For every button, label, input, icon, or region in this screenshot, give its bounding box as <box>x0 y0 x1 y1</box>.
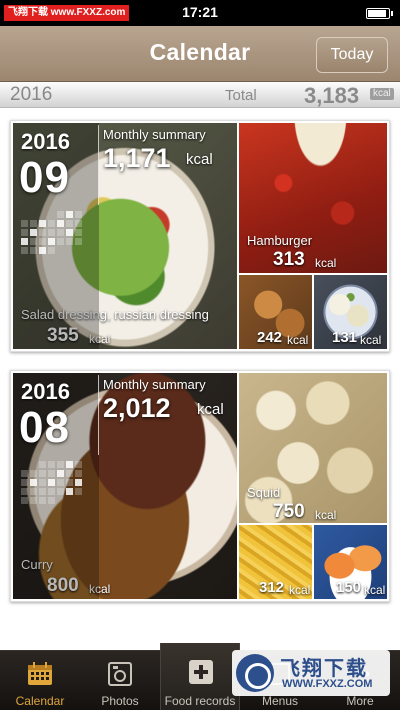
food-kcal-unit: kcal <box>315 256 337 270</box>
divider <box>98 375 99 455</box>
tab-label: Calendar <box>15 694 65 708</box>
calendar-content: Salad dressing, russian dressing 355 kca… <box>0 108 400 648</box>
month-year: 2016 <box>21 379 70 404</box>
month-card-september[interactable]: Salad dressing, russian dressing 355 kca… <box>10 120 390 352</box>
plus-icon <box>189 660 213 684</box>
food-kcal: 313 <box>273 249 305 270</box>
food-kcal: 242 <box>257 329 283 346</box>
total-value: 3,183 <box>304 83 360 108</box>
month-number: 09 <box>19 153 70 202</box>
food-kcal-unit: kcal <box>287 333 309 347</box>
food-kcal-unit: kcal <box>289 583 311 597</box>
monthly-summary-unit: kcal <box>197 401 224 418</box>
food-photo-bottom-right[interactable]: 131 kcal <box>314 275 387 349</box>
status-bar: 飞翔下载 www.FXXZ.com 17:21 <box>0 0 400 26</box>
tab-label: More <box>346 694 374 708</box>
food-photo-top-right[interactable]: Hamburger 313 kcal <box>239 123 387 273</box>
watermark-text: 飞翔下载 <box>280 656 368 680</box>
total-year: 2016 <box>10 84 53 105</box>
food-photo-bottom-left[interactable]: 312 kcal <box>239 525 312 599</box>
divider <box>98 125 99 205</box>
photos-icon <box>108 662 132 686</box>
tab-photos[interactable]: Photos <box>80 651 160 710</box>
food-name: Squid <box>247 485 281 500</box>
food-kcal-unit: kcal <box>315 508 337 522</box>
mini-calendar-grid <box>21 211 82 254</box>
monthly-summary-unit: kcal <box>186 151 213 168</box>
month-year: 2016 <box>21 129 70 154</box>
status-time: 17:21 <box>182 4 218 20</box>
monthly-summary-value: 1,171 <box>103 143 171 173</box>
mini-calendar-grid <box>21 461 82 504</box>
food-photo-bottom-left[interactable]: 242 kcal <box>239 275 312 349</box>
month-card-august[interactable]: Curry 800 kcal 2016 08 Monthly summary 2… <box>10 370 390 602</box>
tab-label: Food records <box>164 694 236 708</box>
year-total-bar: 2016 Total 3,183 kcal <box>0 82 400 108</box>
tab-calendar[interactable]: Calendar <box>0 651 80 710</box>
navigation-bar: Calendar Today <box>0 26 400 82</box>
month-number: 08 <box>19 403 70 452</box>
food-kcal: 312 <box>259 579 285 596</box>
tab-label: Photos <box>101 694 139 708</box>
calendar-icon <box>28 662 52 685</box>
food-photo-top-right[interactable]: Squid 750 kcal <box>239 373 387 523</box>
tab-label: Menus <box>261 694 299 708</box>
food-name: Hamburger <box>247 233 313 248</box>
food-kcal-unit: kcal <box>364 583 386 597</box>
watermark-url: WWW.FXXZ.COM <box>282 678 373 690</box>
food-kcal: 150 <box>336 579 362 596</box>
total-label: Total <box>225 87 257 104</box>
watermark-logo-icon <box>236 654 274 692</box>
watermark-logo: 飞翔下载 WWW.FXXZ.COM <box>232 650 390 696</box>
food-kcal: 131 <box>332 329 358 346</box>
food-kcal-unit: kcal <box>360 333 382 347</box>
food-kcal: 750 <box>273 501 305 522</box>
tab-food-records[interactable]: Food records <box>160 643 240 710</box>
monthly-summary-value: 2,012 <box>103 393 171 423</box>
today-button[interactable]: Today <box>316 37 388 73</box>
battery-icon <box>366 8 393 19</box>
total-unit: kcal <box>370 88 394 100</box>
monthly-summary-label: Monthly summary <box>103 127 206 142</box>
food-photo-bottom-right[interactable]: 150 kcal <box>314 525 387 599</box>
monthly-summary-label: Monthly summary <box>103 377 206 392</box>
